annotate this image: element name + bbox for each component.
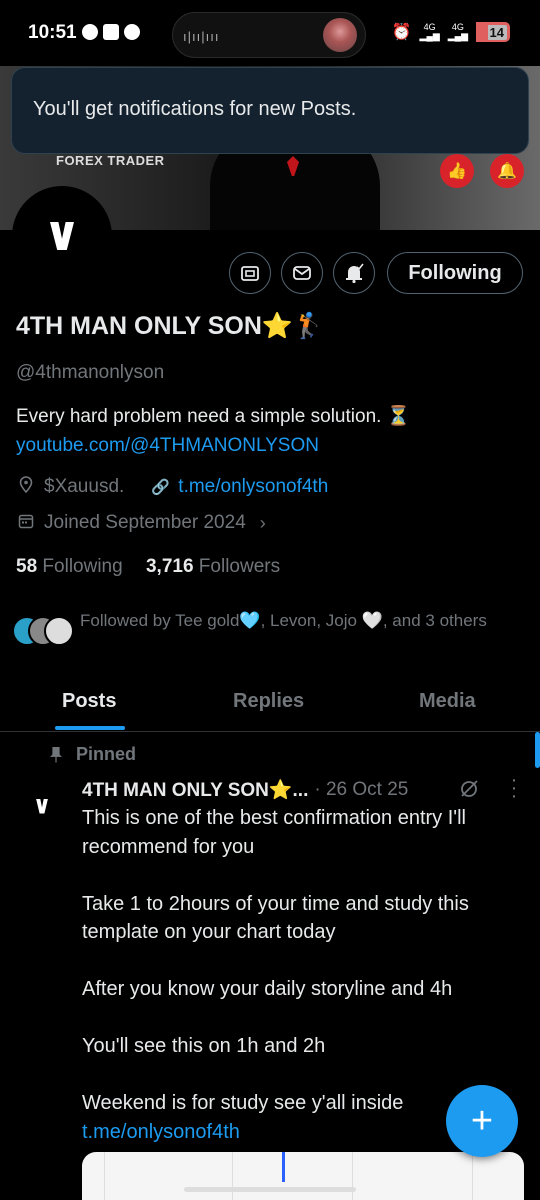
- scrollbar[interactable]: [535, 732, 540, 768]
- dynamic-island[interactable]: ı|ıı|ııı: [172, 12, 366, 58]
- post-paragraph: This is one of the best confirmation ent…: [82, 807, 466, 858]
- discord-icon: [103, 24, 119, 40]
- calendar-icon: [16, 513, 36, 533]
- post-header: 4TH MAN ONLY SON⭐... · 26 Oct 25: [82, 778, 408, 802]
- profile-joined-row[interactable]: Joined September 2024 ›: [16, 512, 266, 534]
- banner-caption: FOREX TRADER: [56, 153, 165, 168]
- status-right-icons: ⏰ 4G ▂▄▆ 4G ▂▄▆ 14: [392, 22, 510, 42]
- status-notification-icons: [82, 24, 140, 40]
- active-tab-indicator: [55, 726, 125, 730]
- followed-by-text: Followed by Tee gold🩵, Levon, Jojo 🤍, an…: [80, 611, 487, 630]
- status-bar: 10:51 ı|ıı|ııı ⏰ 4G ▂▄▆ 4G ▂▄▆ 14: [0, 0, 540, 66]
- media-gridline: [104, 1152, 105, 1200]
- grok-analyze-button[interactable]: [229, 252, 271, 294]
- media-gridline: [232, 1152, 233, 1200]
- alarm-icon: ⏰: [391, 24, 412, 41]
- post-paragraph: After you know your daily storyline and …: [82, 978, 453, 1000]
- media-gridline: [352, 1152, 353, 1200]
- post-paragraph: Take 1 to 2hours of your time and study …: [82, 892, 469, 944]
- status-time: 10:51: [28, 22, 77, 43]
- tab-posts[interactable]: Posts: [62, 690, 116, 713]
- grok-icon[interactable]: [458, 778, 480, 805]
- toast-message: You'll get notifications for new Posts.: [33, 98, 357, 120]
- bio-link[interactable]: youtube.com/@4THMANONLYSON: [16, 431, 410, 460]
- profile-bio: Every hard problem need a simple solutio…: [16, 402, 410, 460]
- profile-meta-row: $Xauusd. 🔗 t.me/onlysonof4th: [16, 476, 328, 498]
- profile-name: 4TH MAN ONLY SON⭐🏌️: [16, 312, 325, 340]
- profile-handle: @4thmanonlyson: [16, 362, 165, 383]
- battery-icon: 14: [476, 22, 510, 42]
- post-avatar[interactable]: [22, 786, 62, 826]
- location-icon: [16, 476, 36, 498]
- profile-website[interactable]: t.me/onlysonof4th: [178, 476, 328, 498]
- bell-check-icon: [346, 263, 364, 284]
- telegram-icon: [82, 24, 98, 40]
- thumbs-up-icon: 👍: [440, 154, 474, 188]
- pin-icon: [50, 746, 62, 763]
- follower-avatar-3: [44, 616, 74, 646]
- analyze-icon: [241, 266, 259, 281]
- post-avatar-logo: [36, 798, 48, 814]
- bell-icon: 🔔: [490, 154, 524, 188]
- tab-replies[interactable]: Replies: [233, 690, 304, 713]
- following-button[interactable]: Following: [387, 252, 523, 294]
- audio-wave-icon: ı|ıı|ııı: [183, 29, 220, 44]
- network-indicator-2: 4G ▂▄▆: [447, 22, 468, 41]
- profile-joined: Joined September 2024: [44, 512, 246, 533]
- profile-tabs: Posts Replies Media: [0, 672, 540, 732]
- post-link[interactable]: t.me/onlysonof4th: [82, 1121, 240, 1143]
- more-options-icon[interactable]: · · ·: [506, 770, 522, 806]
- pinned-label: Pinned: [50, 744, 136, 765]
- media-chart-line: [282, 1152, 285, 1182]
- media-gridline: [472, 1152, 473, 1200]
- notifications-button[interactable]: [333, 252, 375, 294]
- profile-stats: 58 Following 3,716 Followers: [16, 556, 280, 578]
- bio-text: Every hard problem need a simple solutio…: [16, 406, 411, 427]
- compose-post-button[interactable]: +: [446, 1085, 518, 1157]
- following-link[interactable]: 58 Following: [16, 556, 123, 577]
- home-indicator[interactable]: [184, 1187, 356, 1192]
- profile-location: $Xauusd.: [44, 476, 125, 497]
- message-button[interactable]: [281, 252, 323, 294]
- notification-toast[interactable]: You'll get notifications for new Posts.: [11, 67, 529, 154]
- avatar-logo: [50, 222, 74, 250]
- chevron-right-icon: ›: [259, 512, 266, 533]
- post-paragraph: You'll see this on 1h and 2h: [82, 1035, 326, 1057]
- tab-media[interactable]: Media: [419, 690, 476, 713]
- post-date[interactable]: · 26 Oct 25: [314, 779, 408, 801]
- post-media[interactable]: [82, 1152, 524, 1200]
- followers-link[interactable]: 3,716 Followers: [146, 556, 280, 577]
- network-indicator-1: 4G ▂▄▆: [419, 22, 440, 41]
- link-icon: 🔗: [150, 479, 170, 496]
- envelope-icon: [293, 266, 311, 280]
- post-author[interactable]: 4TH MAN ONLY SON⭐...: [82, 778, 308, 802]
- profile-avatar[interactable]: [12, 186, 112, 286]
- now-playing-avatar: [323, 18, 357, 52]
- snapchat-icon: [124, 24, 140, 40]
